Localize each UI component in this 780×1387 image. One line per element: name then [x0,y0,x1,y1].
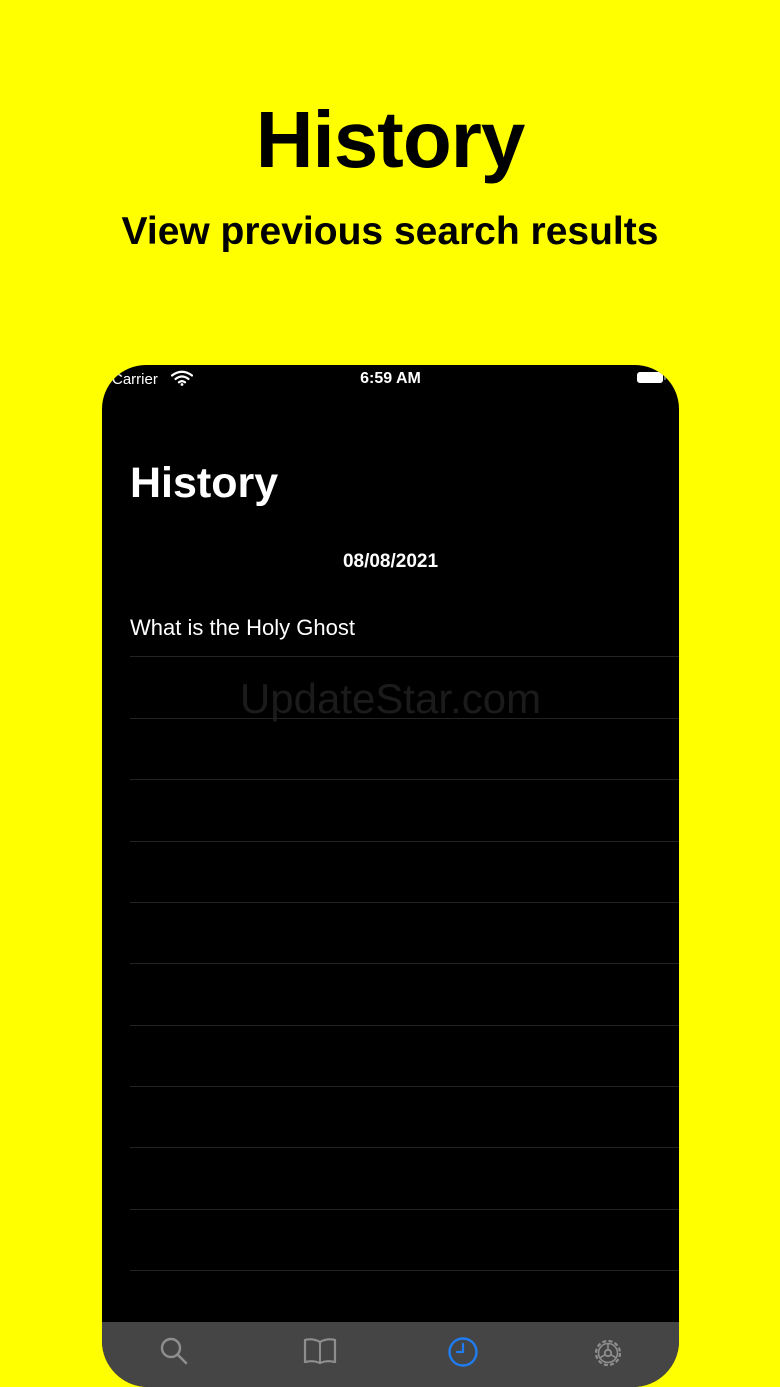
row-separator [130,902,679,903]
promo-subtitle: View previous search results [121,210,659,253]
row-separator [130,1147,679,1148]
row-separator [130,1270,679,1271]
tab-search[interactable] [102,1322,246,1387]
history-row[interactable]: What is the Holy Ghost [130,615,355,641]
row-separator [130,963,679,964]
tab-bar [102,1322,679,1387]
phone-screen: Carrier 6:59 AM History 08/08/2021 What … [102,365,679,1387]
tab-book[interactable] [246,1322,390,1387]
row-separator [130,1209,679,1210]
row-separator [130,779,679,780]
promo-title: History [255,95,526,184]
clock-icon [448,1337,478,1367]
status-bar: Carrier 6:59 AM [102,365,679,395]
watermark: UpdateStar.com [239,675,542,722]
status-time: 6:59 AM [360,370,421,387]
row-separator [130,718,679,719]
tab-history[interactable] [390,1322,534,1387]
row-separator [130,656,679,657]
battery-icon [637,372,666,383]
page-title: History [130,459,279,507]
row-separator [130,1025,679,1026]
gear-icon [594,1339,622,1367]
row-separator [130,841,679,842]
tab-settings[interactable] [534,1322,678,1387]
row-separator [130,1086,679,1087]
book-icon [303,1338,337,1365]
search-icon [160,1337,188,1365]
section-date-header: 08/08/2021 [342,551,439,572]
